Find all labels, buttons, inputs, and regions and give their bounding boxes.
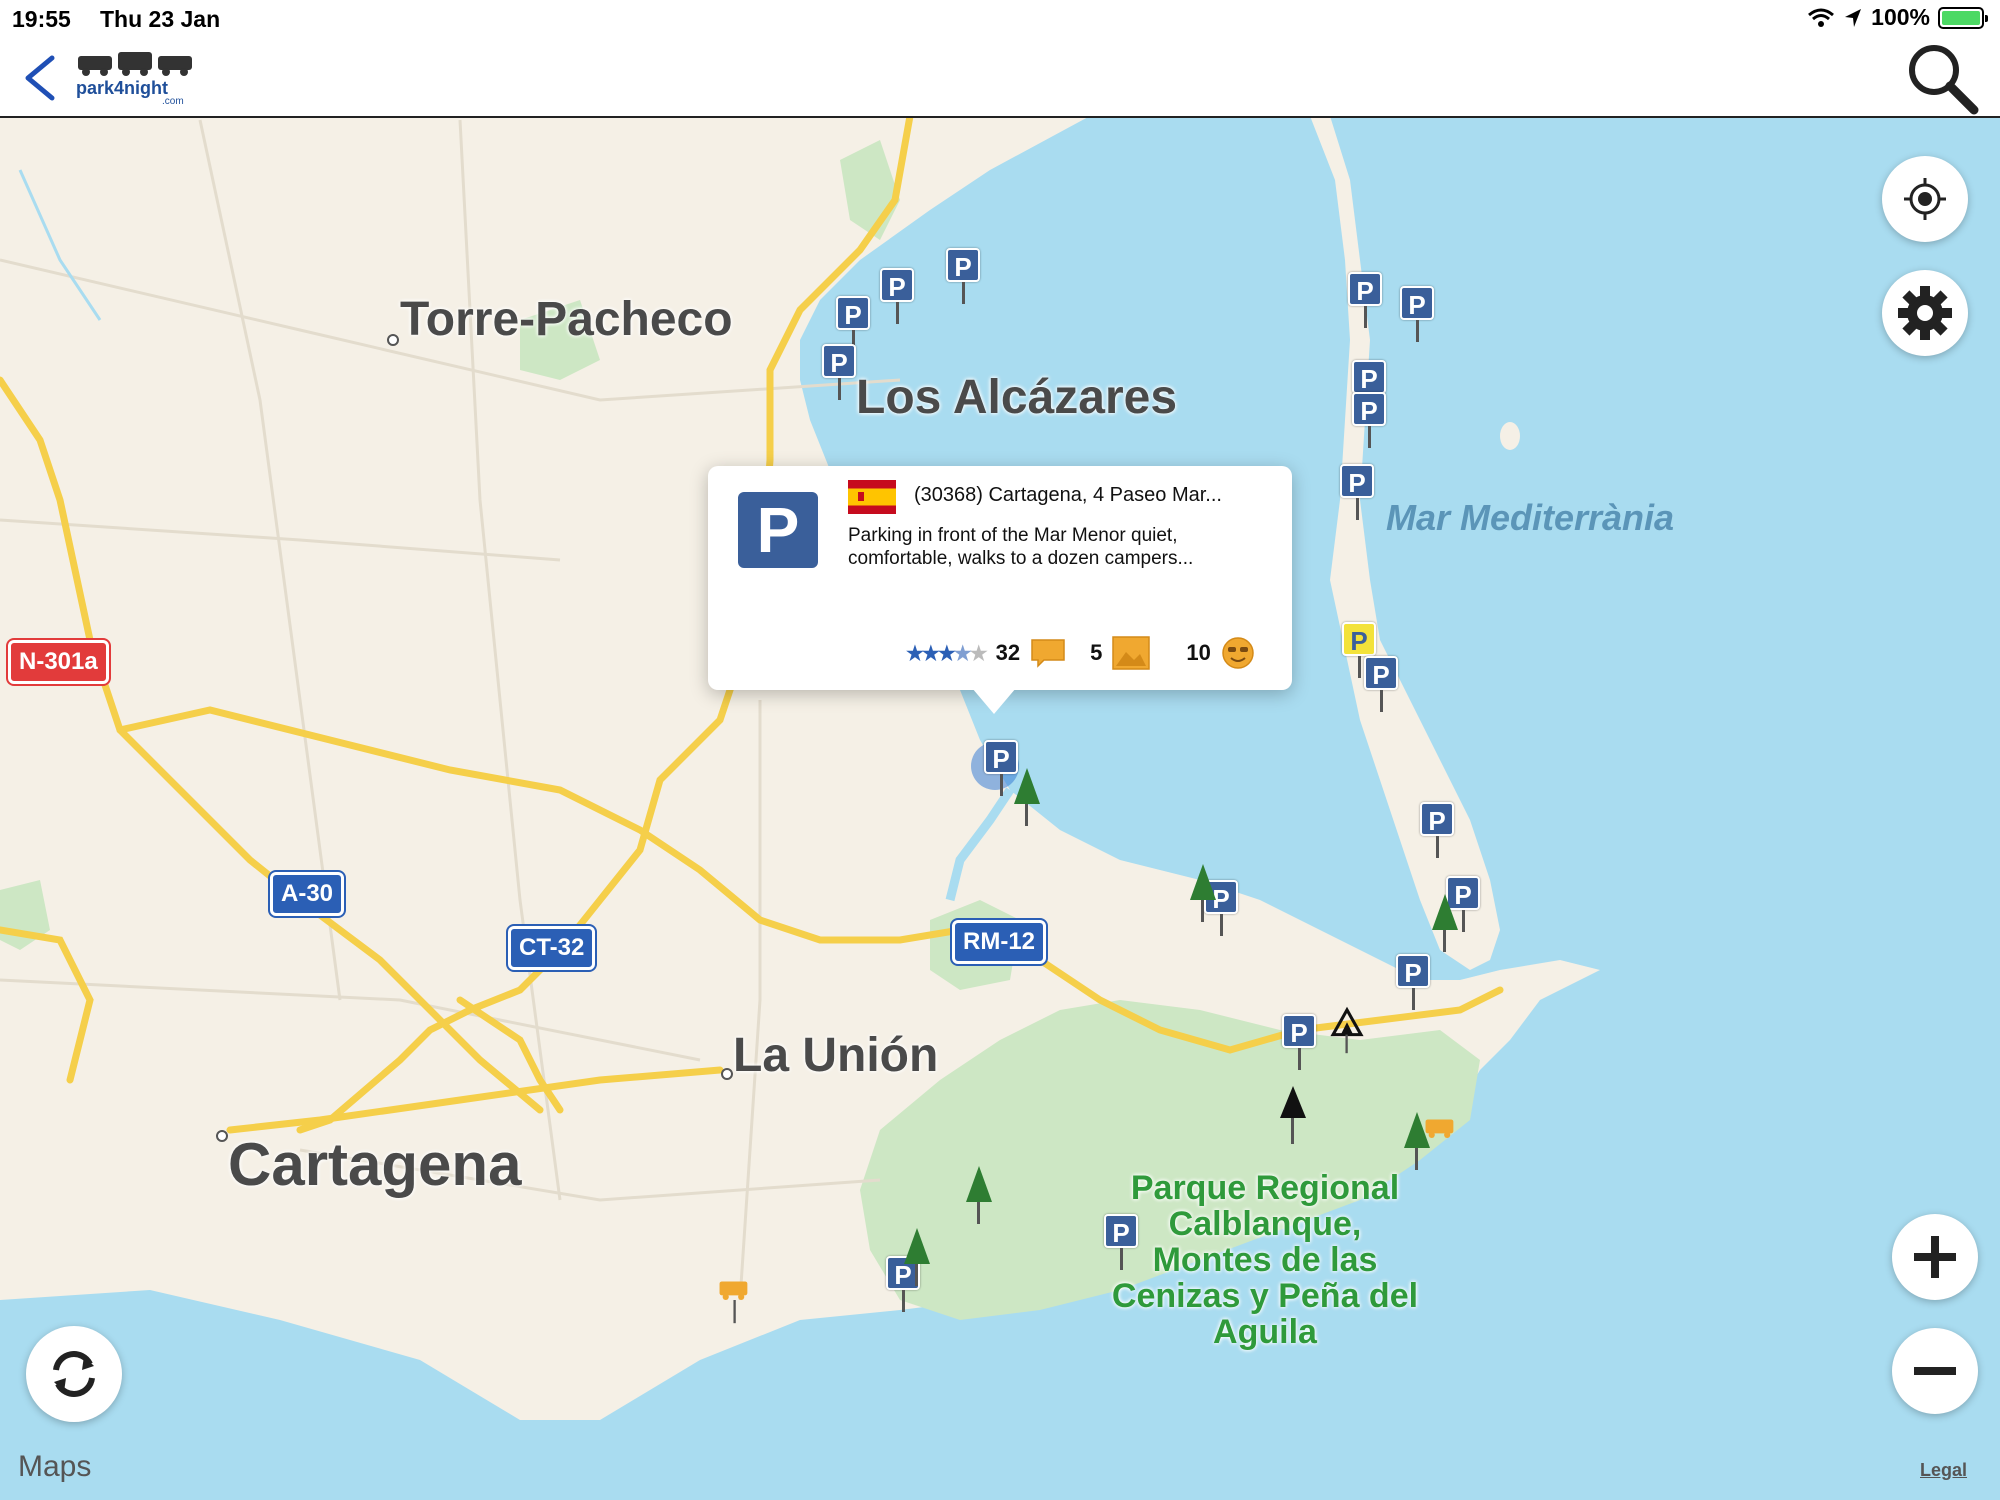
parking-marker[interactable]: P (1396, 954, 1430, 1010)
maps-attribution: Maps (18, 1450, 91, 1484)
parking-marker[interactable]: P (880, 268, 914, 324)
parking-marker[interactable]: P (836, 296, 870, 352)
campsite-marker[interactable] (1330, 1000, 1364, 1060)
road-shield-ct32: CT-32 (508, 926, 596, 970)
back-button[interactable] (16, 50, 66, 106)
likes-count: 10 (1186, 640, 1211, 665)
battery-icon (1938, 6, 1988, 29)
crosshair-icon (1904, 178, 1946, 220)
parking-marker[interactable]: P (1420, 802, 1454, 858)
status-time: 19:55 (12, 6, 71, 32)
comments-count: 32 (995, 640, 1021, 665)
settings-button[interactable] (1882, 270, 1968, 356)
parking-marker[interactable]: P (946, 248, 980, 304)
refresh-icon (53, 1351, 95, 1397)
label-torre-pacheco: Torre-Pacheco (400, 293, 733, 346)
cool-smiley-icon (1222, 637, 1254, 669)
parking-marker[interactable]: P (1348, 272, 1382, 328)
photo-icon (1112, 636, 1151, 670)
nature-spot-marker[interactable] (1010, 766, 1044, 826)
plus-icon (1914, 1236, 1956, 1278)
parking-marker[interactable]: P (1364, 656, 1398, 712)
road-shield-n301a: N-301a (8, 640, 109, 684)
city-dot (216, 1130, 228, 1142)
app-header: park4night .com (0, 38, 2000, 118)
place-description: Parking in front of the Mar Menor quiet,… (848, 525, 1194, 569)
location-arrow-icon (1845, 8, 1862, 27)
zoom-out-button[interactable] (1892, 1328, 1978, 1414)
label-la-union: La Unión (733, 1029, 939, 1082)
parking-marker[interactable]: P (1104, 1214, 1138, 1270)
rating-stars: ★★★★★ (906, 642, 988, 665)
nature-spot-marker[interactable] (1186, 862, 1220, 922)
parking-type-icon: P (738, 492, 818, 568)
refresh-button[interactable] (26, 1326, 122, 1422)
locate-me-button[interactable] (1882, 156, 1968, 242)
status-bar: 19:55 Thu 23 Jan 100% (0, 0, 2000, 38)
maps-credit-text: Maps (18, 1450, 92, 1483)
search-button[interactable] (1902, 40, 1982, 116)
app-name-suffix: .com (162, 96, 184, 107)
parking-marker[interactable]: P (1352, 392, 1386, 448)
nature-spot-marker[interactable] (900, 1226, 934, 1286)
road-shield-rm12: RM-12 (952, 920, 1047, 964)
parking-marker[interactable]: P (822, 344, 856, 400)
photos-count: 5 (1090, 640, 1103, 665)
nature-spot-marker[interactable] (1428, 892, 1462, 952)
label-cartagena: Cartagena (228, 1131, 522, 1198)
legal-link[interactable]: Legal (1920, 1460, 1967, 1481)
label-sea: Mar Mediterrània (1385, 497, 1675, 538)
label-park: Parque Regional Calblanque, Montes de la… (1111, 1169, 1419, 1351)
nature-spot-marker[interactable] (962, 1164, 996, 1224)
battery-percent: 100% (1871, 4, 1930, 30)
zoom-in-button[interactable] (1892, 1214, 1978, 1300)
label-los-alcazares: Los Alcázares (856, 371, 1178, 424)
parking-marker[interactable]: P (1340, 464, 1374, 520)
city-dot (721, 1068, 733, 1080)
comment-icon (1031, 639, 1065, 668)
parking-marker[interactable]: P (1400, 286, 1434, 342)
status-right: 100% (1807, 4, 1988, 31)
place-preview-popup[interactable]: P (30368) Cartagena, 4 Paseo Mar... Park… (708, 466, 1292, 714)
place-address: (30368) Cartagena, 4 Paseo Mar... (914, 484, 1222, 506)
spain-flag-icon (848, 480, 896, 514)
island (1500, 422, 1520, 450)
wifi-icon (1808, 8, 1835, 27)
minus-icon (1914, 1367, 1956, 1375)
parking-marker[interactable]: P (1282, 1014, 1316, 1070)
road-shield-a30: A-30 (270, 872, 345, 916)
popup-pointer (972, 688, 1016, 714)
camper-area-marker[interactable] (1424, 1108, 1458, 1168)
vehicles-logo-icon (78, 52, 192, 76)
city-dot (387, 334, 399, 346)
camper-area-marker[interactable] (718, 1270, 752, 1330)
place-stats: ★★★★★ 32 5 10 (906, 636, 1255, 670)
gear-icon (1898, 286, 1952, 340)
status-date: Thu 23 Jan (100, 6, 221, 32)
app-name: park4night (76, 78, 169, 98)
picnic-area-marker[interactable] (1276, 1084, 1310, 1144)
app-logo: park4night .com (76, 48, 196, 108)
